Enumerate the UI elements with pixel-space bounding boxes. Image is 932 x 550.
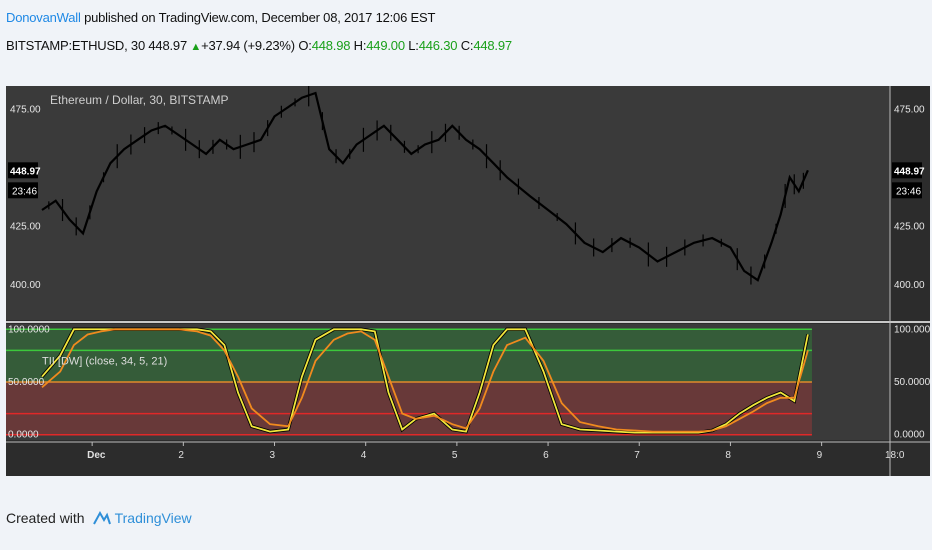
chart-canvas[interactable]: 475.00 475.00 425.00 425.00 400.00 400.00 Ethe…: [6, 86, 930, 482]
last-price-label-right: 448.97: [894, 166, 925, 177]
price-tick-right: 475.00: [894, 104, 925, 115]
time-tick-label: 7: [634, 450, 640, 461]
up-arrow-icon: ▲: [190, 41, 202, 53]
ohlc-legend: BITSTAMP:ETHUSD, 30 448.97 ▲+37.94 (+9.2…: [6, 38, 512, 53]
price-tick-left: 400.00: [10, 280, 41, 291]
countdown-label-left: 23:46: [12, 186, 37, 197]
created-with-text: Created with: [6, 510, 85, 526]
high-value: 449.00: [366, 38, 405, 53]
time-tick-label: 4: [361, 450, 367, 461]
publish-info: DonovanWall published on TradingView.com…: [6, 10, 435, 25]
tradingview-logo-icon[interactable]: [92, 510, 111, 526]
time-tick-label: 5: [452, 450, 458, 461]
indicator-title: TII [DW] (close, 34, 5, 21): [42, 355, 167, 367]
indicator-tick-left: 50.0000: [8, 377, 45, 388]
time-tick-label: 9: [817, 450, 823, 461]
price-tick-right: 400.00: [894, 280, 925, 291]
price-tick-left: 475.00: [10, 104, 41, 115]
time-tick-label: 8: [725, 450, 731, 461]
indicator-tick-left: 100.0000: [8, 324, 50, 335]
author-link[interactable]: DonovanWall: [6, 10, 81, 25]
last-price-label-left: 448.97: [10, 166, 41, 177]
price-pane-title: Ethereum / Dollar, 30, BITSTAMP: [50, 93, 229, 107]
time-tick-label: Dec: [87, 450, 106, 461]
price-tick-right: 425.00: [894, 221, 925, 232]
low-value: 446.30: [418, 38, 458, 53]
publish-text: published on TradingView.com, December 0…: [84, 10, 436, 25]
chart-frame[interactable]: 475.00 475.00 425.00 425.00 400.00 400.00 Ethe…: [6, 86, 930, 482]
time-tick-label: 18:0: [885, 450, 905, 461]
indicator-lower-zone: [6, 382, 812, 435]
low-label: L:: [408, 38, 419, 53]
countdown-label-right: 23:46: [896, 186, 921, 197]
price-tick-left: 425.00: [10, 221, 41, 232]
indicator-tick-right: 50.0000: [894, 377, 930, 388]
time-tick-label: 3: [270, 450, 276, 461]
time-tick-label: 2: [178, 450, 184, 461]
time-tick-label: 6: [543, 450, 549, 461]
footer: Created with TradingView: [6, 510, 192, 526]
indicator-tick-right: 0.0000: [894, 430, 925, 441]
last-price: 448.97: [148, 38, 187, 53]
high-label: H:: [353, 38, 367, 53]
indicator-tick-right: 100.0000: [894, 324, 930, 335]
change-value: +37.94 (+9.23%): [201, 38, 295, 53]
close-label: C:: [460, 38, 474, 53]
tradingview-link[interactable]: TradingView: [115, 510, 192, 526]
open-value: 448.98: [311, 38, 351, 53]
indicator-tick-left: 0.0000: [8, 430, 39, 441]
open-label: O:: [298, 38, 312, 53]
close-value: 448.97: [473, 38, 512, 53]
price-pane-bg: [6, 86, 890, 320]
symbol-label: BITSTAMP:ETHUSD, 30: [6, 38, 145, 53]
